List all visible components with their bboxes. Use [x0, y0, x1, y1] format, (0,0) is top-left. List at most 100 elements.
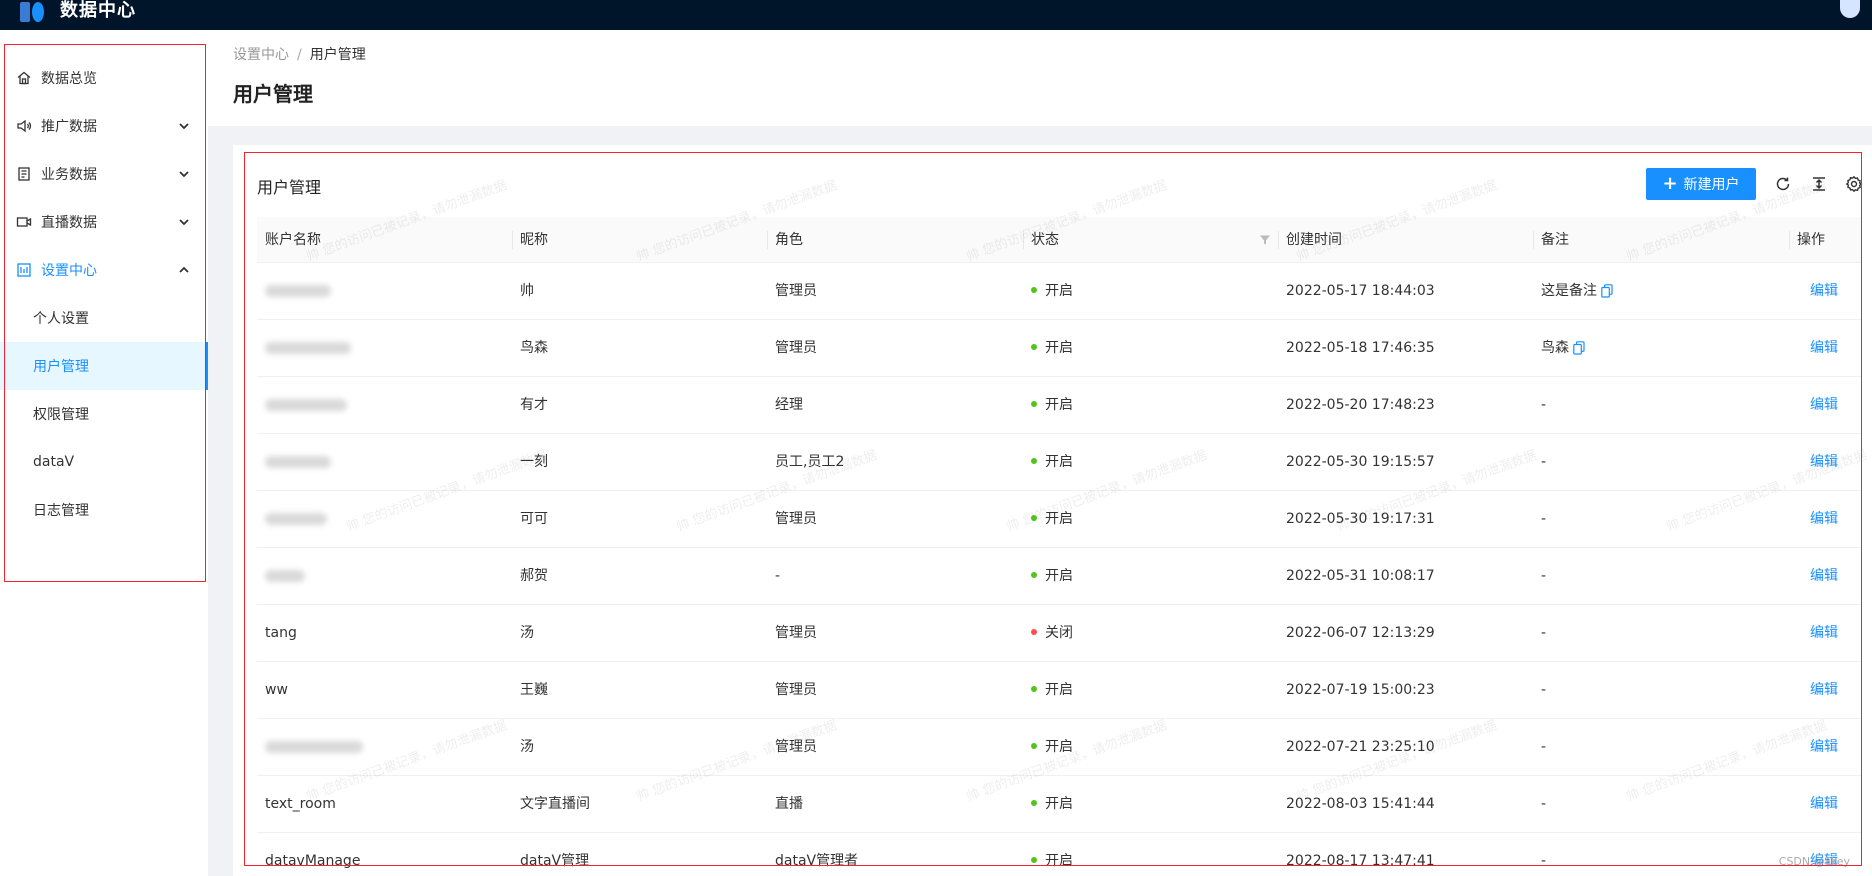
edit-link[interactable]: 编辑	[1810, 625, 1838, 641]
sidebar-item-label: 权限管理	[33, 407, 89, 423]
sidebar-item-label: 设置中心	[41, 263, 97, 279]
table-row: 一刻 员工,员工2 开启 2022-05-30 19:15:57 - 编辑	[257, 434, 1862, 491]
sidebar-item-label: 推广数据	[41, 119, 97, 135]
edit-link[interactable]: 编辑	[1810, 739, 1838, 755]
remark: 这是备注	[1541, 283, 1597, 299]
remark: -	[1541, 796, 1547, 812]
speaker-icon	[17, 119, 32, 133]
chevron-down-icon	[179, 219, 189, 226]
sidebar-menu: 数据总览 推广数据 业务数据 直播数据 设置中心 个人设置 用户管理 权限管理 …	[0, 54, 208, 534]
top-bar: 数据中心	[0, 0, 1872, 30]
copy-icon[interactable]	[1573, 341, 1585, 355]
remark: -	[1541, 853, 1547, 869]
redacted-account	[265, 342, 351, 354]
sidebar-subitem-logs[interactable]: 日志管理	[0, 486, 208, 534]
remark: -	[1541, 739, 1547, 755]
table-body: 帅管理员 开启 2022-05-17 18:44:03 这是备注 编辑 鸟森 管理员 开启 20…	[257, 263, 1862, 876]
cell-remark: -	[1541, 434, 1546, 491]
cell-action: 编辑	[1810, 377, 1838, 434]
plus-icon: +	[1662, 173, 1678, 194]
page-header: 设置中心 / 用户管理 用户管理	[208, 30, 1872, 126]
remark: -	[1541, 625, 1547, 641]
cell-role: 经理	[775, 377, 803, 434]
cell-status: 开启	[1031, 377, 1073, 434]
status-dot	[1031, 629, 1037, 635]
sidebar-subitem-permissions[interactable]: 权限管理	[0, 390, 208, 438]
cell-account	[265, 263, 331, 320]
cell-status: 开启	[1031, 434, 1073, 491]
redacted-account	[265, 513, 327, 525]
cell-remark: 这是备注	[1541, 263, 1613, 320]
sidebar-item-promotion[interactable]: 推广数据	[0, 102, 208, 150]
breadcrumb-current: 用户管理	[309, 47, 366, 63]
cell-role: 管理员	[775, 662, 817, 719]
sidebar: 数据总览 推广数据 业务数据 直播数据 设置中心 个人设置 用户管理 权限管理 …	[0, 30, 208, 876]
edit-link[interactable]: 编辑	[1810, 568, 1838, 584]
role: dataV管理者	[775, 853, 859, 869]
cell-nickname: 帅	[520, 263, 534, 320]
redacted-account	[265, 285, 331, 297]
cell-created: 2022-08-17 13:47:41	[1286, 833, 1435, 876]
edit-link[interactable]: 编辑	[1810, 454, 1838, 470]
sidebar-subitem-users[interactable]: 用户管理	[0, 342, 208, 390]
cell-created: 2022-05-20 17:48:23	[1286, 377, 1435, 434]
nickname: 文字直播间	[520, 796, 590, 812]
status-dot	[1031, 287, 1037, 293]
density-icon[interactable]	[1810, 175, 1828, 193]
status-dot	[1031, 344, 1037, 350]
table-row: 汤 管理员 开启 2022-07-21 23:25:10 - 编辑	[257, 719, 1862, 776]
status-badge: 开启	[1045, 340, 1073, 356]
table-row: 帅 管理员 开启 2022-05-17 18:44:03 这是备注 编辑	[257, 263, 1862, 320]
edit-link[interactable]: 编辑	[1810, 397, 1838, 413]
status-badge: 开启	[1045, 283, 1073, 299]
sidebar-item-label: 个人设置	[33, 311, 89, 327]
sidebar-item-live[interactable]: 直播数据	[0, 198, 208, 246]
chevron-down-icon	[179, 123, 189, 130]
status-badge: 开启	[1045, 397, 1073, 413]
edit-link[interactable]: 编辑	[1810, 283, 1838, 299]
sidebar-subitem-datav[interactable]: dataV	[0, 438, 208, 486]
gear-icon[interactable]	[1845, 175, 1863, 193]
cell-role: 管理员	[775, 263, 817, 320]
table-row: tang 汤 管理员 关闭 2022-06-07 12:13:29 - 编辑	[257, 605, 1862, 662]
cell-created: 2022-05-30 19:15:57	[1286, 434, 1435, 491]
table-header: 账户名称 昵称 角色 状态 创建时间 备注 操作	[257, 217, 1862, 263]
cell-status: 开启	[1031, 776, 1073, 833]
role: 员工,员工2	[775, 454, 845, 470]
cell-action: 编辑	[1810, 434, 1838, 491]
reload-icon[interactable]	[1774, 175, 1792, 193]
table-row: ww 王巍 管理员 开启 2022-07-19 15:00:23 - 编辑	[257, 662, 1862, 719]
column-header-remark: 备注	[1541, 232, 1569, 248]
edit-link[interactable]: 编辑	[1810, 796, 1838, 812]
sidebar-subitem-personal[interactable]: 个人设置	[0, 294, 208, 342]
new-user-button[interactable]: + 新建用户	[1646, 168, 1756, 200]
sidebar-item-business[interactable]: 业务数据	[0, 150, 208, 198]
breadcrumb-parent[interactable]: 设置中心	[233, 47, 289, 63]
sidebar-item-settings[interactable]: 设置中心	[0, 246, 208, 294]
edit-link[interactable]: 编辑	[1810, 682, 1838, 698]
nickname: 鸟森	[520, 340, 548, 356]
table-row: 鸟森 管理员 开启 2022-05-18 17:46:35 鸟森 编辑	[257, 320, 1862, 377]
avatar[interactable]	[1840, 0, 1860, 18]
cell-action: 编辑	[1810, 263, 1838, 320]
nickname: 汤	[520, 739, 534, 755]
breadcrumb: 设置中心 / 用户管理	[233, 44, 366, 64]
created-time: 2022-05-17 18:44:03	[1286, 283, 1435, 299]
cell-role: -	[775, 548, 780, 605]
video-icon	[16, 217, 32, 227]
cell-nickname: 鸟森	[520, 320, 548, 377]
column-header-nickname: 昵称	[520, 232, 548, 248]
copy-icon[interactable]	[1601, 284, 1613, 298]
cell-account: text_room	[265, 776, 336, 833]
cell-account	[265, 377, 347, 434]
edit-link[interactable]: 编辑	[1810, 511, 1838, 527]
cell-remark: -	[1541, 776, 1546, 833]
sidebar-item-overview[interactable]: 数据总览	[0, 54, 208, 102]
filter-icon[interactable]	[1259, 234, 1271, 246]
remark: -	[1541, 568, 1547, 584]
status-badge: 开启	[1045, 739, 1073, 755]
cell-nickname: 汤	[520, 605, 534, 662]
cell-created: 2022-05-18 17:46:35	[1286, 320, 1435, 377]
edit-link[interactable]: 编辑	[1810, 340, 1838, 356]
table-row: datavManage dataV管理 dataV管理者 开启 2022-08-17 1…	[257, 833, 1862, 876]
